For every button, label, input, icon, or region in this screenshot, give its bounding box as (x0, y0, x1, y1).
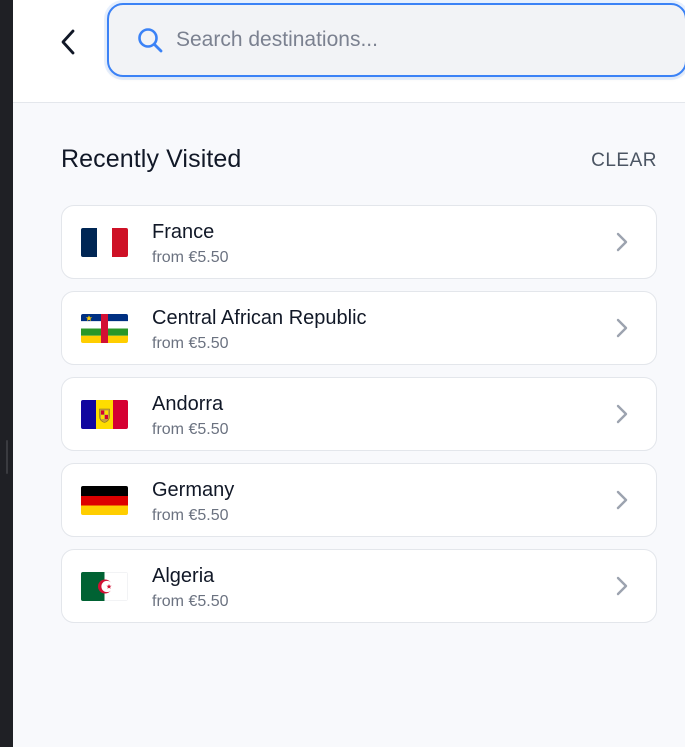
window-edge (0, 0, 13, 747)
recent-destinations-list: France from €5.50 Central African Republ… (61, 205, 657, 635)
country-name: Central African Republic (152, 307, 367, 329)
price-label: from €5.50 (152, 593, 229, 610)
country-name: Germany (152, 479, 235, 501)
section-title: Recently Visited (61, 145, 242, 173)
list-item-algeria[interactable]: Algeria from €5.50 (61, 549, 657, 623)
list-item-andorra[interactable]: Andorra from €5.50 (61, 377, 657, 451)
header (13, 0, 685, 103)
country-name: Algeria (152, 565, 215, 587)
central-african-republic-flag-icon (81, 314, 128, 343)
chevron-left-icon (61, 29, 75, 55)
search-field[interactable] (107, 3, 685, 77)
resize-grip[interactable] (6, 440, 8, 474)
list-item-germany[interactable]: Germany from €5.50 (61, 463, 657, 537)
country-name: France (152, 221, 215, 243)
chevron-right-icon (616, 318, 628, 338)
price-label: from €5.50 (152, 335, 229, 352)
andorra-flag-icon (81, 400, 128, 429)
clear-button[interactable]: CLEAR (591, 150, 657, 172)
chevron-right-icon (616, 404, 628, 424)
list-item-france[interactable]: France from €5.50 (61, 205, 657, 279)
country-name: Andorra (152, 393, 224, 415)
price-label: from €5.50 (152, 421, 229, 438)
chevron-right-icon (616, 232, 628, 252)
algeria-flag-icon (81, 572, 128, 601)
back-button[interactable] (49, 22, 89, 62)
france-flag-icon (81, 228, 128, 257)
destination-search-screen: Recently Visited CLEAR France from €5.50 (13, 0, 685, 747)
price-label: from €5.50 (152, 249, 229, 266)
search-input[interactable] (174, 27, 658, 53)
chevron-right-icon (616, 576, 628, 596)
germany-flag-icon (81, 486, 128, 515)
price-label: from €5.50 (152, 507, 229, 524)
list-item-central-african-republic[interactable]: Central African Republic from €5.50 (61, 291, 657, 365)
chevron-right-icon (616, 490, 628, 510)
search-icon (136, 26, 164, 54)
